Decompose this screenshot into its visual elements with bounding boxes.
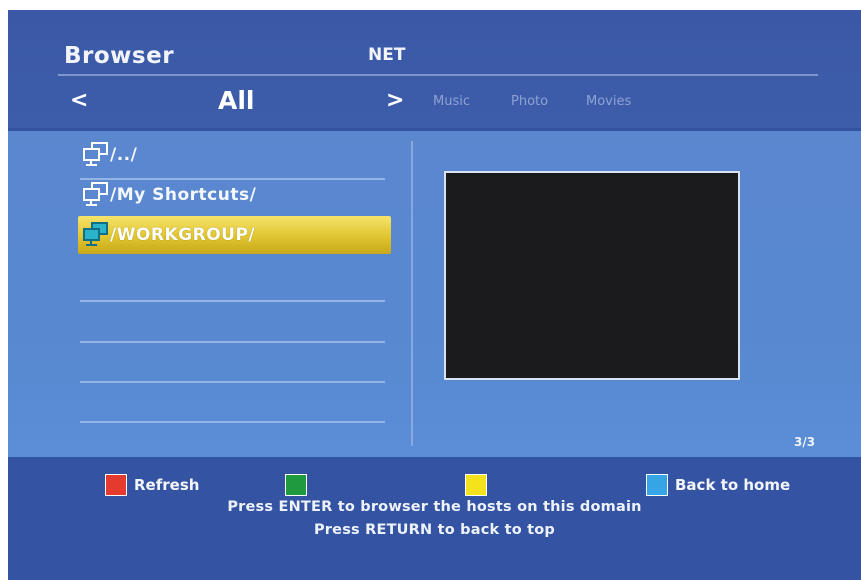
list-item-parent[interactable]: /../ [78, 136, 391, 174]
page-indicator: 3/3 [794, 435, 816, 449]
footer: Refresh Back to home Press ENTER to brow… [8, 457, 861, 580]
next-category-button[interactable]: > [386, 88, 404, 113]
list-separator [80, 341, 385, 343]
main-panel: /../ /My Shortcuts/ /WORKGROUP/ 3/3 [8, 128, 861, 457]
list-item-label: /WORKGROUP/ [110, 225, 256, 245]
network-computer-icon [83, 142, 108, 166]
list-item-my-shortcuts[interactable]: /My Shortcuts/ [78, 176, 391, 214]
hint-enter: Press ENTER to browser the hosts on this… [227, 499, 642, 515]
yellow-button[interactable] [465, 474, 494, 496]
list-separator [80, 300, 385, 302]
tab-movies[interactable]: Movies [586, 94, 631, 109]
header-divider [58, 74, 818, 76]
source-label: NET [368, 45, 406, 65]
media-browser-screen: Browser NET < All > Music Photo Movies /… [8, 10, 861, 580]
green-button[interactable] [285, 474, 314, 496]
green-key-icon [285, 474, 307, 496]
network-computer-icon [83, 222, 108, 246]
button-label: Back to home [675, 476, 791, 494]
blue-button-back-to-home[interactable]: Back to home [646, 474, 790, 496]
current-category: All [218, 86, 255, 115]
hint-return: Press RETURN to back to top [313, 522, 555, 538]
blue-key-icon [646, 474, 668, 496]
button-label: Refresh [134, 476, 200, 494]
page-title: Browser [64, 43, 175, 69]
yellow-key-icon [465, 474, 487, 496]
header: Browser NET < All > Music Photo Movies [8, 10, 861, 128]
network-computer-icon [83, 182, 108, 206]
tab-photo[interactable]: Photo [511, 94, 548, 109]
list-separator [80, 381, 385, 383]
red-key-icon [105, 474, 127, 496]
prev-category-button[interactable]: < [70, 88, 88, 113]
red-button-refresh[interactable]: Refresh [105, 474, 199, 496]
list-item-workgroup[interactable]: /WORKGROUP/ [78, 216, 391, 254]
tab-music[interactable]: Music [433, 94, 470, 109]
list-item-label: /../ [110, 145, 138, 165]
list-separator [80, 421, 385, 423]
preview-thumbnail [444, 171, 740, 380]
panel-divider [411, 141, 413, 446]
list-item-label: /My Shortcuts/ [110, 185, 257, 205]
